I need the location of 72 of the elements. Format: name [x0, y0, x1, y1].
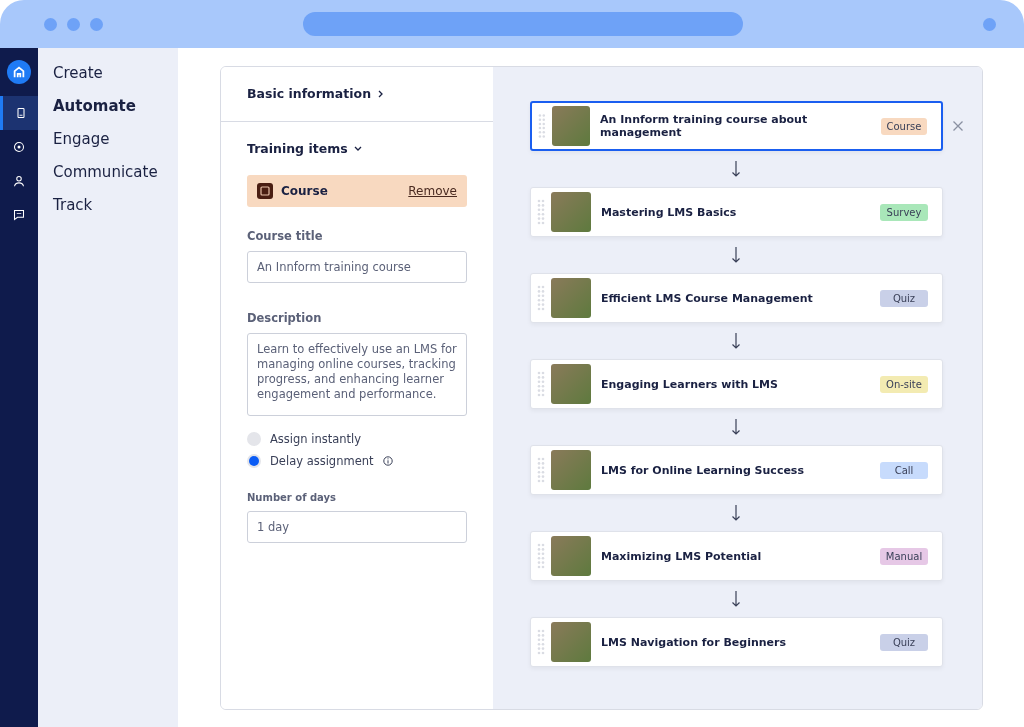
- address-bar[interactable]: [303, 12, 743, 36]
- step-title: Mastering LMS Basics: [601, 205, 737, 219]
- photo-placeholder: [551, 192, 591, 232]
- course-icon: [257, 183, 273, 199]
- type-tag: Course: [880, 117, 927, 135]
- down-arrow-icon: [731, 418, 741, 436]
- type-tag: Manual: [880, 547, 928, 565]
- input-field[interactable]: 1 day: [247, 511, 467, 543]
- radio-button[interactable]: [247, 454, 261, 468]
- drag-handle-icon[interactable]: [537, 457, 545, 483]
- type-tag: Call: [880, 461, 928, 479]
- drag-handle-icon[interactable]: [537, 199, 545, 225]
- book-icon[interactable]: [0, 96, 38, 130]
- window-dot: [67, 17, 80, 31]
- type-tag: Quiz: [880, 289, 928, 307]
- down-arrow-icon: [731, 160, 741, 178]
- down-arrow-icon: [731, 504, 741, 522]
- field-label: Course title: [247, 229, 324, 243]
- step-title: Efficient LMS Course Management: [601, 291, 813, 305]
- window-dot: [44, 17, 57, 31]
- step-title: An Innform training course about management: [600, 113, 809, 139]
- nav-item[interactable]: Communicate: [53, 163, 178, 181]
- type-tag: On-site: [880, 375, 928, 393]
- step-title: Maximizing LMS Potential: [601, 549, 762, 563]
- field-label: Number of days: [247, 492, 338, 503]
- down-arrow-icon: [731, 246, 741, 264]
- nav-item[interactable]: Automate: [53, 97, 178, 115]
- step-title: LMS Navigation for Beginners: [601, 635, 786, 649]
- text-area[interactable]: Learn to effectively use an LMS for managing online courses, tracking progress, and enhancing learner engagement and performance.: [247, 333, 467, 416]
- step-card[interactable]: Efficient LMS Course Management Quiz: [530, 273, 943, 323]
- radio-option[interactable]: Delay assignment: [247, 454, 467, 468]
- down-arrow-icon: [731, 332, 741, 350]
- step-card[interactable]: LMS Navigation for Beginners Quiz: [530, 617, 943, 667]
- nav-item[interactable]: Create: [53, 64, 178, 82]
- photo-placeholder: [551, 364, 591, 404]
- home-logo-icon[interactable]: [7, 60, 31, 84]
- info-icon[interactable]: [382, 456, 393, 466]
- photo-placeholder: [551, 622, 591, 662]
- step-title: LMS for Online Learning Success: [601, 463, 804, 477]
- type-tag: Survey: [880, 203, 928, 221]
- radio-option[interactable]: Assign instantly: [247, 432, 467, 446]
- chevron-icon: [353, 144, 362, 153]
- field-label: Description: [247, 311, 323, 325]
- photo-placeholder: [551, 450, 591, 490]
- section-header[interactable]: Training items: [221, 122, 493, 175]
- nav-item[interactable]: Track: [53, 196, 178, 214]
- nav-item[interactable]: Engage: [53, 130, 178, 148]
- step-card[interactable]: Maximizing LMS Potential Manual: [530, 531, 943, 581]
- step-card[interactable]: Mastering LMS Basics Survey: [530, 187, 943, 237]
- drag-handle-icon[interactable]: [538, 113, 546, 139]
- down-arrow-icon: [731, 590, 741, 608]
- photo-placeholder: [551, 106, 591, 146]
- drag-handle-icon[interactable]: [537, 543, 545, 569]
- window-dot: [983, 17, 996, 31]
- photo-placeholder: [551, 536, 591, 576]
- step-card[interactable]: Engaging Learners with LMS On-site: [530, 359, 943, 409]
- window-dot: [90, 17, 103, 31]
- photo-placeholder: [551, 278, 591, 318]
- remove-link[interactable]: Remove: [408, 184, 457, 198]
- drag-handle-icon[interactable]: [537, 371, 545, 397]
- step-title: Engaging Learners with LMS: [601, 377, 778, 391]
- radio-label: Assign instantly: [270, 432, 362, 446]
- type-tag: Quiz: [880, 633, 928, 651]
- drag-handle-icon[interactable]: [537, 629, 545, 655]
- step-card[interactable]: An Innform training course about management Course: [530, 101, 943, 151]
- close-icon[interactable]: [952, 120, 964, 132]
- item-label: Course: [281, 184, 328, 198]
- drag-handle-icon[interactable]: [537, 285, 545, 311]
- radio-label: Delay assignment: [270, 454, 374, 468]
- step-card[interactable]: LMS for Online Learning Success Call: [530, 445, 943, 495]
- input-field[interactable]: An Innform training course: [247, 251, 467, 283]
- radio-button[interactable]: [247, 432, 261, 446]
